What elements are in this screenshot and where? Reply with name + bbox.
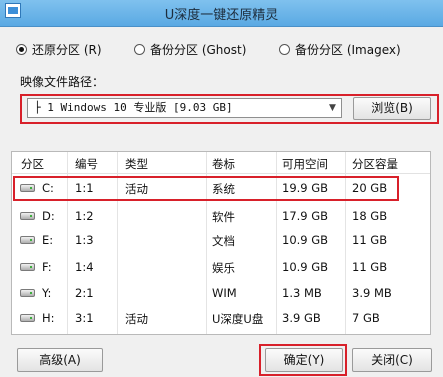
cell-label: 娱乐 bbox=[212, 261, 235, 275]
radio-restore-partition[interactable]: 还原分区 (R) bbox=[16, 40, 102, 58]
column-header-number[interactable]: 编号 bbox=[75, 156, 98, 172]
cell-type: 活动 bbox=[125, 182, 148, 196]
cell-free-space: 1.3 MB bbox=[282, 286, 322, 300]
advanced-button[interactable]: 高级(A) bbox=[17, 348, 103, 372]
cell-label: 软件 bbox=[212, 210, 235, 224]
radio-unselected-icon bbox=[279, 43, 290, 55]
table-header: 分区 编号 类型 卷标 可用空间 分区容量 bbox=[12, 152, 430, 174]
table-row-h[interactable]: H: 3:1 活动 U深度U盘 3.9 GB 7 GB bbox=[12, 307, 430, 329]
radio-backup-ghost[interactable]: 备份分区 (Ghost) bbox=[134, 40, 246, 58]
cell-partition: D: bbox=[42, 209, 55, 223]
radio-backup-imagex[interactable]: 备份分区 (Imagex) bbox=[279, 40, 401, 58]
image-path-select[interactable]: ├ 1 Windows 10 专业版 [9.03 GB] bbox=[27, 98, 342, 118]
drive-icon bbox=[20, 236, 35, 244]
cell-label: U深度U盘 bbox=[212, 312, 264, 326]
close-button[interactable]: 关闭(C) bbox=[352, 348, 432, 372]
cell-label: WIM bbox=[212, 286, 237, 300]
radio-label: 备份分区 (Ghost) bbox=[150, 42, 247, 57]
table-row-d[interactable]: D: 1:2 软件 17.9 GB 18 GB bbox=[12, 205, 430, 227]
cell-number: 1:1 bbox=[75, 181, 94, 195]
cell-number: 3:1 bbox=[75, 311, 94, 325]
table-row-c[interactable]: C: 1:1 活动 系统 19.9 GB 20 GB bbox=[12, 177, 430, 199]
column-header-free-space[interactable]: 可用空间 bbox=[282, 156, 328, 172]
cell-capacity: 11 GB bbox=[352, 260, 388, 274]
table-row-y[interactable]: Y: 2:1 WIM 1.3 MB 3.9 MB bbox=[12, 282, 430, 304]
cell-free-space: 19.9 GB bbox=[282, 181, 329, 195]
column-header-capacity[interactable]: 分区容量 bbox=[352, 156, 398, 172]
cell-partition: H: bbox=[42, 311, 55, 325]
column-header-label[interactable]: 卷标 bbox=[212, 156, 235, 172]
cell-number: 2:1 bbox=[75, 286, 94, 300]
cell-number: 1:2 bbox=[75, 209, 94, 223]
drive-icon bbox=[20, 212, 35, 220]
cell-free-space: 17.9 GB bbox=[282, 209, 329, 223]
cell-free-space: 10.9 GB bbox=[282, 233, 329, 247]
image-path-label: 映像文件路径： bbox=[20, 75, 105, 89]
cell-capacity: 20 GB bbox=[352, 181, 388, 195]
dropdown-arrow-icon[interactable]: ▼ bbox=[324, 99, 341, 117]
cell-number: 1:4 bbox=[75, 260, 94, 274]
cell-free-space: 10.9 GB bbox=[282, 260, 329, 274]
drive-icon bbox=[20, 314, 35, 322]
cell-capacity: 3.9 MB bbox=[352, 286, 392, 300]
table-row-f[interactable]: F: 1:4 娱乐 10.9 GB 11 GB bbox=[12, 256, 430, 278]
drive-icon bbox=[20, 184, 35, 192]
radio-label: 备份分区 (Imagex) bbox=[295, 42, 401, 57]
cell-partition: F: bbox=[42, 260, 52, 274]
cell-capacity: 11 GB bbox=[352, 233, 388, 247]
column-header-type[interactable]: 类型 bbox=[125, 156, 148, 172]
radio-label: 还原分区 (R) bbox=[32, 42, 102, 57]
browse-button[interactable]: 浏览(B) bbox=[353, 97, 431, 120]
cell-type: 活动 bbox=[125, 312, 148, 326]
ok-button[interactable]: 确定(Y) bbox=[265, 348, 343, 372]
drive-icon bbox=[20, 289, 35, 297]
column-header-partition[interactable]: 分区 bbox=[21, 156, 44, 172]
radio-unselected-icon bbox=[134, 43, 145, 55]
cell-partition: Y: bbox=[42, 286, 52, 300]
cell-label: 系统 bbox=[212, 182, 235, 196]
cell-partition: C: bbox=[42, 181, 54, 195]
drive-icon bbox=[20, 263, 35, 271]
table-row-e[interactable]: E: 1:3 文档 10.9 GB 11 GB bbox=[12, 229, 430, 251]
cell-number: 1:3 bbox=[75, 233, 94, 247]
cell-capacity: 18 GB bbox=[352, 209, 388, 223]
radio-selected-icon bbox=[16, 43, 27, 55]
window-title: U深度一键还原精灵 bbox=[164, 8, 279, 23]
cell-label: 文档 bbox=[212, 234, 235, 248]
cell-capacity: 7 GB bbox=[352, 311, 380, 325]
cell-free-space: 3.9 GB bbox=[282, 311, 321, 325]
cell-partition: E: bbox=[42, 233, 54, 247]
